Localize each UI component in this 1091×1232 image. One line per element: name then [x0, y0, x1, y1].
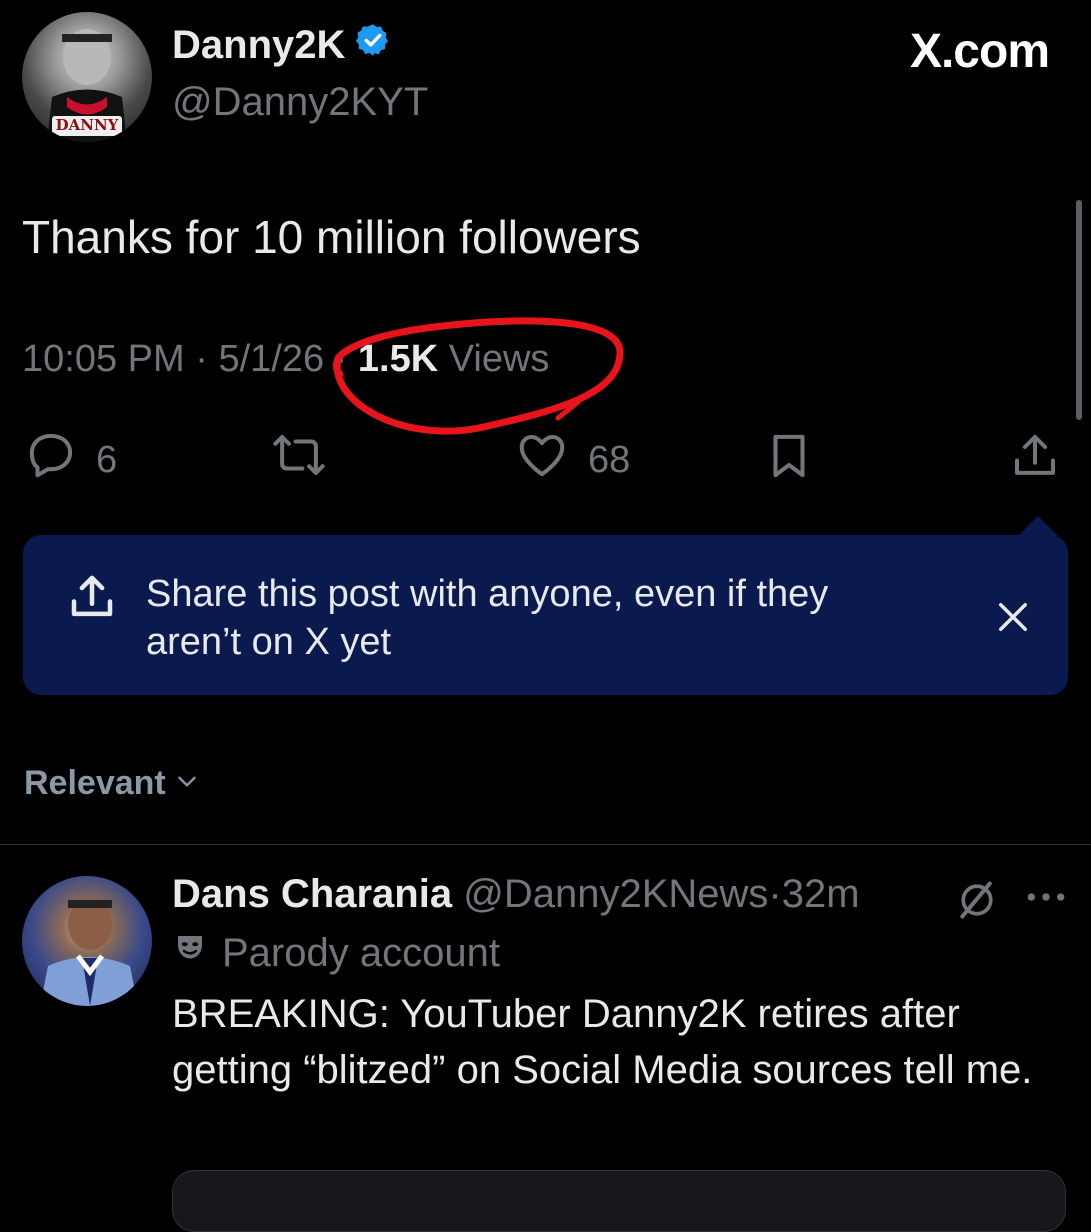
author-avatar[interactable]: DANNY [22, 12, 152, 142]
like-icon [514, 428, 570, 492]
author-handle[interactable]: @Danny2KYT [172, 80, 428, 125]
author-name[interactable]: Danny2K [172, 22, 391, 68]
reply-button[interactable]: 6 [24, 428, 117, 492]
retweet-button[interactable] [270, 428, 328, 492]
more-icon[interactable] [1024, 882, 1068, 917]
scrollbar[interactable] [1076, 200, 1082, 420]
share-icon [1008, 428, 1062, 494]
brand-logo: X.com [909, 25, 1050, 78]
banner-pointer [1018, 516, 1058, 536]
like-count: 68 [588, 438, 631, 481]
post-time: 10:05 PM [22, 338, 185, 380]
avatar-caption: DANNY [55, 116, 119, 134]
parody-text: Parody account [222, 930, 500, 975]
parody-mask-icon [172, 930, 208, 976]
post-date: 5/1/26 [218, 338, 325, 380]
meta-separator: · [195, 338, 208, 380]
reply-header: Dans Charania @Danny2KNews·32m [172, 872, 860, 917]
chevron-down-icon [174, 764, 200, 803]
sort-dropdown[interactable]: Relevant [24, 764, 200, 803]
reply-time[interactable]: 32m [782, 872, 860, 916]
reply-text: BREAKING: YouTuber Danny2K retires after… [172, 992, 1033, 1092]
red-circle-annotation [332, 317, 624, 435]
post-text: Thanks for 10 million followers [22, 211, 641, 263]
reply-count: 6 [96, 438, 118, 481]
grok-icon[interactable] [954, 878, 1000, 927]
like-button[interactable]: 68 [514, 428, 630, 492]
close-icon[interactable] [992, 596, 1034, 643]
reply-author-name[interactable]: Dans Charania [172, 872, 452, 916]
reply-separator: · [768, 872, 782, 916]
reply-avatar[interactable] [22, 876, 152, 1006]
retweet-icon [270, 428, 328, 492]
verified-badge-icon [355, 22, 391, 68]
bookmark-icon [762, 428, 816, 494]
share-icon [64, 570, 120, 629]
reply-icon [24, 428, 78, 492]
reply-media-preview[interactable] [172, 1170, 1066, 1232]
bookmark-button[interactable] [762, 428, 816, 494]
parody-label: Parody account [172, 930, 500, 976]
sort-label: Relevant [24, 764, 166, 802]
author-name-text: Danny2K [172, 22, 346, 67]
reply-author-handle[interactable]: @Danny2KNews [463, 872, 768, 916]
share-button[interactable] [1008, 428, 1062, 494]
section-divider [0, 844, 1091, 845]
share-banner-text: Share this post with anyone, even if the… [146, 573, 829, 663]
